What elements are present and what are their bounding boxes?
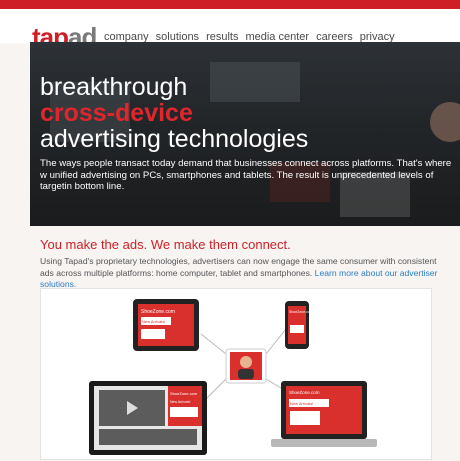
top-accent-bar [0, 0, 460, 9]
section-title: You make the ads. We make them connect. [40, 237, 291, 252]
hero-headline-line2: cross-device [40, 99, 193, 127]
tv-ad-tag: New Arrivals! [170, 400, 190, 404]
cross-device-diagram: ShoeZone.com New Arrivals! ShoeZone.com [40, 288, 432, 460]
user-node [225, 348, 267, 384]
phone-ad-brand: ShoeZone.com [289, 310, 313, 314]
tablet-device: ShoeZone.com New Arrivals! [133, 299, 199, 351]
connector-line [200, 333, 227, 355]
shoe-icon [170, 407, 198, 417]
diagram-svg: ShoeZone.com New Arrivals! ShoeZone.com [89, 299, 377, 455]
site-header: tapad company solutions results media ce… [0, 9, 460, 52]
tv-ad-brand: ShoeZone.com [170, 391, 198, 396]
hero-headline-line3: advertising technologies [40, 125, 309, 153]
shoe-icon [141, 329, 165, 339]
connector-line [205, 378, 227, 400]
connector-line [265, 328, 287, 355]
user-avatar-icon [240, 356, 252, 368]
phone-device: ShoeZone.com [285, 301, 313, 349]
laptop-ad-tag: New Arrivals! [290, 401, 313, 406]
hero-description: The ways people transact today demand th… [40, 158, 452, 192]
laptop-device: ShoeZone.com New Arrivals! [271, 381, 377, 447]
shoe-icon [290, 411, 320, 425]
shoe-icon [290, 325, 304, 333]
hero-headline-line1: breakthrough [40, 73, 188, 101]
section-text: Using Tapad's proprietary technologies, … [40, 256, 440, 291]
tablet-ad-brand: ShoeZone.com [141, 309, 175, 315]
laptop-ad-brand: ShoeZone.com [289, 390, 320, 395]
tablet-ad-tag: New Arrivals! [142, 319, 165, 324]
tv-device: ShoeZone.com New Arrivals! [89, 381, 207, 455]
